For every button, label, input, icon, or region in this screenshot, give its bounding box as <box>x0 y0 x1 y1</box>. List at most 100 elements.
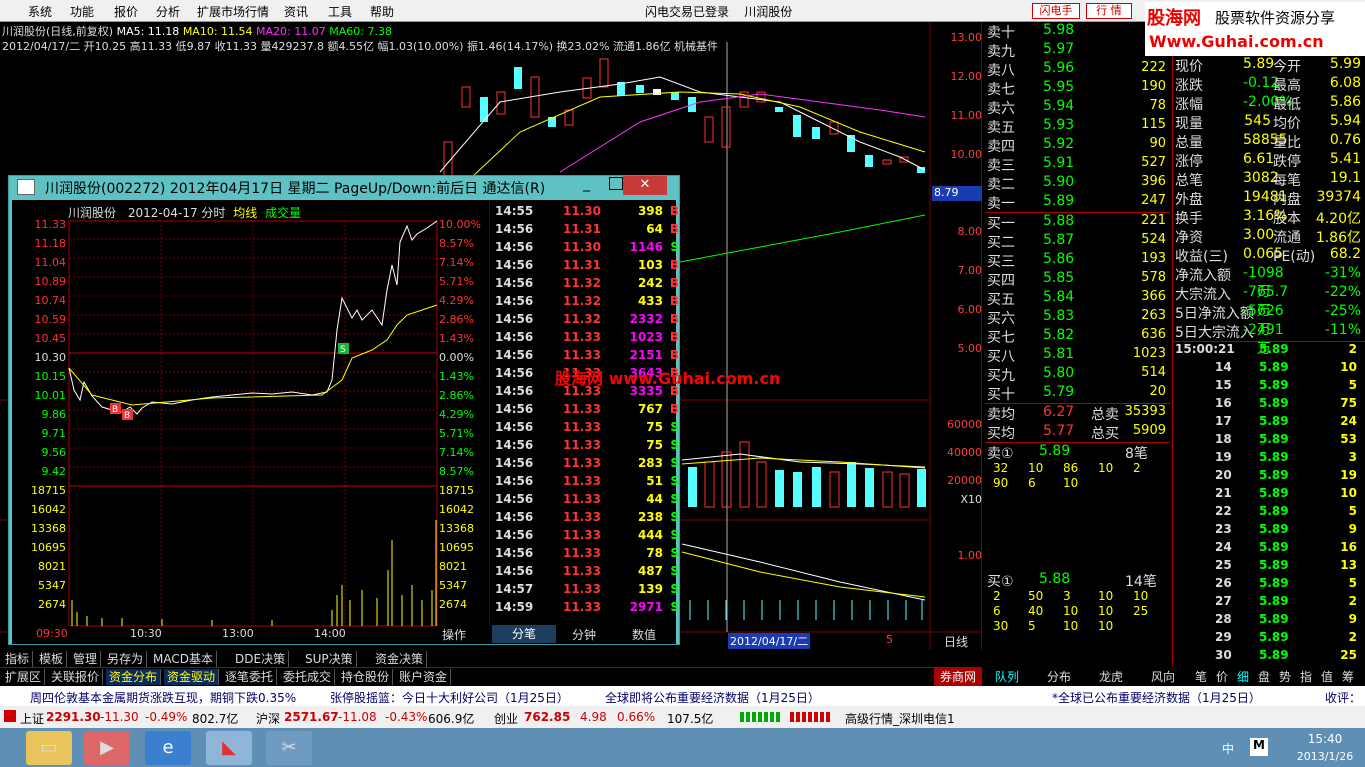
right-tick-row: 16 5.89 75 <box>1173 396 1365 414</box>
bottom-tab[interactable]: 关联报价 <box>48 669 104 685</box>
status-bar: 上证 2291.30 -11.30 -0.49% 802.7亿 沪深 2571.… <box>0 706 1365 728</box>
right-tab[interactable]: 盘 <box>1258 668 1270 685</box>
bottom-tab[interactable]: 扩展区 <box>2 669 46 685</box>
tab-minute[interactable]: 分钟 <box>572 626 596 643</box>
right-tabs: 队列 分布 龙虎 风向 笔价细盘势指值筹 <box>985 667 1365 686</box>
bottom-tab[interactable]: 资金分布 <box>106 669 162 685</box>
bottom-tab[interactable]: DDE决策 <box>232 651 290 667</box>
right-tick-time: 24 <box>1215 540 1232 554</box>
bid-level: 买五 5.84 366 <box>985 289 1170 308</box>
menu-ext-market[interactable]: 扩展市场行情 <box>197 3 269 20</box>
brand-tab[interactable]: 券商网 <box>934 668 982 686</box>
price-label: 10.59 <box>34 313 67 326</box>
bottom-tab[interactable]: 账户资金 <box>396 669 452 685</box>
bid-level: 买六 5.83 263 <box>985 308 1170 327</box>
network-tool-icon[interactable]: ✂ <box>266 731 312 765</box>
bottom-tab[interactable]: 逐笔委托 <box>222 669 278 685</box>
right-tab[interactable]: 值 <box>1321 668 1333 685</box>
tick-volume: 398 <box>637 204 663 218</box>
right-tick-time: 23 <box>1215 522 1232 536</box>
right-tick-volume: 10 <box>1340 360 1357 374</box>
close-button[interactable]: ✕ <box>623 176 667 195</box>
right-tab[interactable]: 队列 <box>995 668 1019 685</box>
sz-amount: 606.9亿 <box>428 712 475 726</box>
maximize-icon[interactable] <box>609 177 623 190</box>
tab-ticks[interactable]: 分笔 <box>492 625 556 643</box>
tab-operate[interactable]: 操作 <box>442 626 466 643</box>
right-tick-volume: 10 <box>1340 486 1357 500</box>
news-item[interactable]: 周四伦敦基本金属期货涨跌互现，期铜下跌0.35% <box>30 689 296 706</box>
right-tab[interactable]: 分布 <box>1047 668 1071 685</box>
tab-dayline[interactable]: 日线 <box>944 633 968 650</box>
bottom-tab[interactable]: 资金驱动 <box>164 669 220 685</box>
news-item[interactable]: 全球即将公布重要经济数据（1月25日） <box>605 689 820 706</box>
bottom-tab[interactable]: 另存为 <box>104 651 148 667</box>
menu-analysis[interactable]: 分析 <box>156 3 180 20</box>
y-vol-1: 40000 <box>947 446 982 459</box>
right-tab[interactable]: 风向 <box>1151 668 1175 685</box>
right-tab[interactable]: 指 <box>1300 668 1312 685</box>
time-label: 10:30 <box>130 627 162 640</box>
right-tab[interactable]: 价 <box>1216 668 1228 685</box>
browser-icon[interactable]: e <box>145 731 191 765</box>
stat-label: 外盘 <box>1175 192 1203 208</box>
bottom-tab[interactable]: 模板 <box>36 651 68 667</box>
bottom-tab[interactable]: 资金决策 <box>372 651 428 667</box>
right-tick-price: 5.89 <box>1259 342 1289 356</box>
avg-value: 6.27 <box>1043 404 1075 420</box>
tick-volume: 2971 <box>629 600 663 614</box>
media-player-icon[interactable]: ▶ <box>84 731 130 765</box>
right-tick-volume: 19 <box>1340 468 1357 482</box>
menu-system[interactable]: 系统 <box>28 3 52 20</box>
price-label: 9.56 <box>41 446 67 459</box>
menu-function[interactable]: 功能 <box>70 3 94 20</box>
minimize-icon[interactable]: _ <box>583 176 601 192</box>
bottom-tab[interactable]: MACD基本 <box>150 651 217 667</box>
stock-app-icon[interactable]: ◣ <box>206 731 252 765</box>
bottom-tab[interactable]: 管理 <box>70 651 102 667</box>
menu-tools[interactable]: 工具 <box>328 3 352 20</box>
news-item[interactable]: *全球已公布重要经济数据（1月25日） <box>1052 689 1261 706</box>
tab-values[interactable]: 数值 <box>632 626 656 643</box>
right-tab[interactable]: 细 <box>1237 668 1249 685</box>
pct-label: 1.43% <box>439 370 474 383</box>
y-price-3: 10.00 <box>950 148 983 161</box>
server-label[interactable]: 高级行情_深圳电信1 <box>845 710 955 727</box>
clock-time[interactable]: 15:40 <box>1300 732 1350 746</box>
right-tick-price: 5.89 <box>1259 504 1289 518</box>
folder-icon[interactable]: ▭ <box>26 731 72 765</box>
quote-button[interactable]: 行 情 <box>1086 3 1132 19</box>
right-tab[interactable]: 筹 <box>1342 668 1354 685</box>
bottom-tab[interactable]: 指标 <box>2 651 34 667</box>
bottom-tab[interactable]: 委托成交 <box>280 669 336 685</box>
right-tick-volume: 25 <box>1340 648 1357 662</box>
clock-date[interactable]: 2013/1/26 <box>1290 750 1360 763</box>
menu-quote[interactable]: 报价 <box>114 3 138 20</box>
menu-help[interactable]: 帮助 <box>370 3 394 20</box>
bid-qty: 221 <box>1141 213 1166 228</box>
pct-label: 5.71% <box>439 275 474 288</box>
menu-news[interactable]: 资讯 <box>284 3 308 20</box>
right-tick-volume: 5 <box>1348 504 1357 518</box>
sz-value: 2571.67 <box>284 710 339 724</box>
sz-label: 沪深 <box>256 712 281 726</box>
bottom-tab[interactable]: 持仓股份 <box>338 669 394 685</box>
queue-qty: 10 <box>1133 589 1149 603</box>
flash-trade-button[interactable]: 闪电手 <box>1032 3 1080 19</box>
queue-qty: 10 <box>1028 461 1044 475</box>
ask-qty: 190 <box>1141 79 1166 94</box>
lang-indicator[interactable]: M <box>1250 738 1268 756</box>
tick-price: 11.32 <box>563 312 601 326</box>
right-tick-volume: 13 <box>1340 558 1357 572</box>
page-num: 5 <box>886 633 893 646</box>
right-tab[interactable]: 笔 <box>1195 668 1207 685</box>
intraday-dialog[interactable]: 川润股份(002272) 2012年04月17日 星期二 PageUp/Down… <box>8 175 680 645</box>
right-tick-price: 5.89 <box>1259 432 1289 446</box>
volume-bars <box>688 441 926 508</box>
right-tab[interactable]: 龙虎 <box>1099 668 1123 685</box>
bottom-tab[interactable]: SUP决策 <box>302 651 357 667</box>
right-tab[interactable]: 势 <box>1279 668 1291 685</box>
ime-indicator[interactable]: 中 <box>1222 740 1234 757</box>
vol-label: 8021 <box>38 560 66 573</box>
news-item[interactable]: 张停股摇篮：今日十大利好公司（1月25日） <box>330 689 569 706</box>
